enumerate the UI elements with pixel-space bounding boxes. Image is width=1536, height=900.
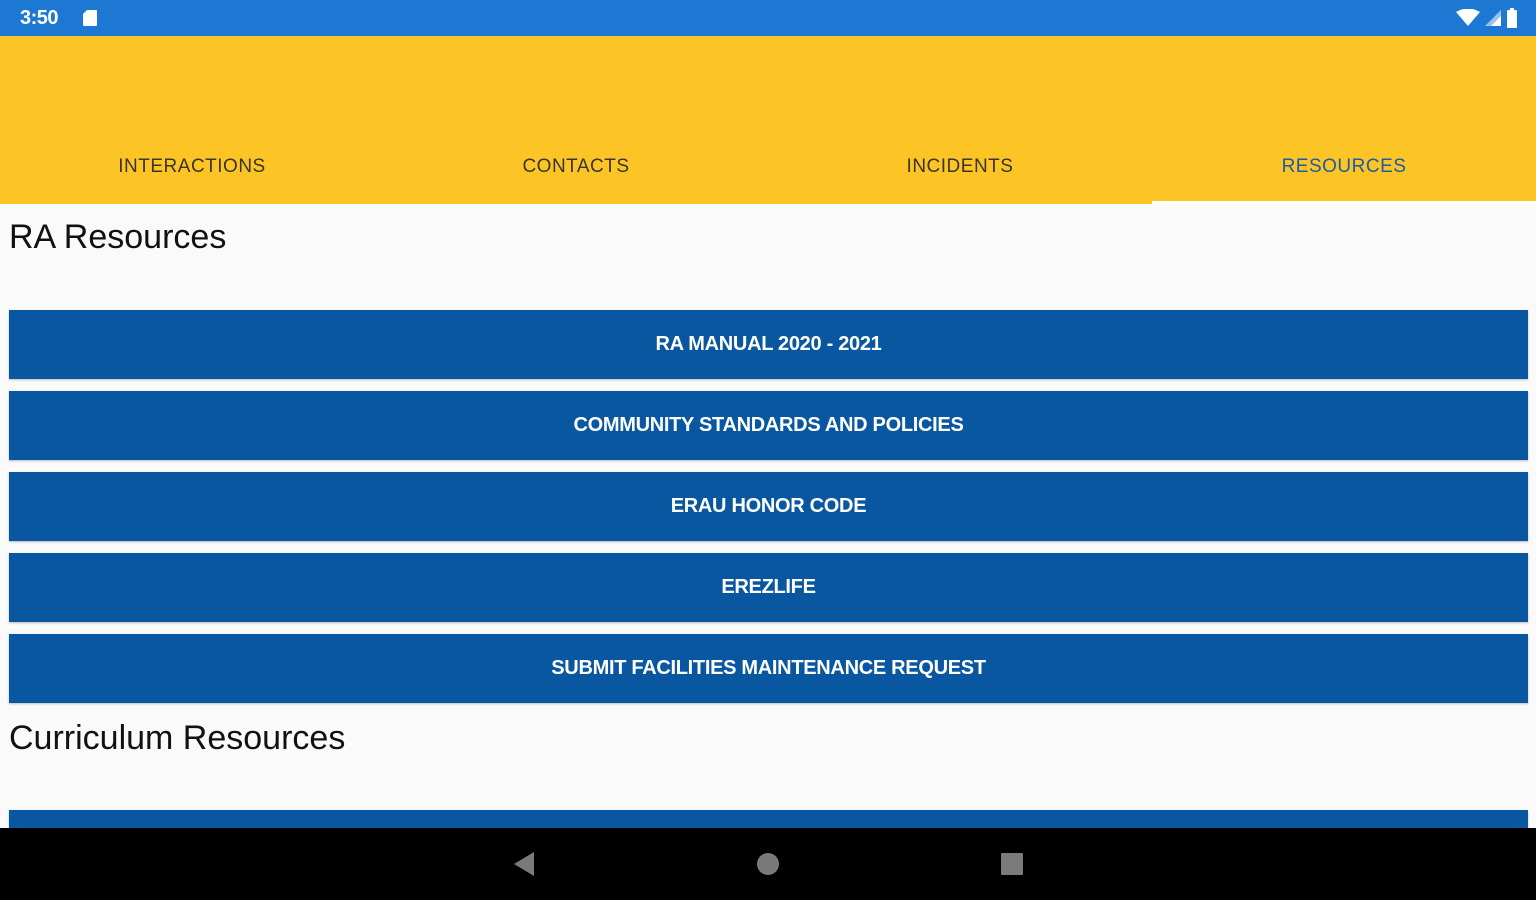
erezlife-button[interactable]: EREZLIFE bbox=[9, 553, 1528, 622]
community-standards-button[interactable]: COMMUNITY STANDARDS AND POLICIES bbox=[9, 391, 1528, 460]
back-icon bbox=[514, 852, 534, 876]
system-nav-bar bbox=[0, 828, 1536, 900]
recents-icon bbox=[1001, 853, 1023, 875]
ra-manual-button[interactable]: RA MANUAL 2020 - 2021 bbox=[9, 310, 1528, 379]
tab-label: INCIDENTS bbox=[906, 156, 1014, 177]
tab-incidents[interactable]: INCIDENTS bbox=[768, 132, 1152, 204]
curriculum-resources-heading: Curriculum Resources bbox=[9, 719, 346, 757]
tab-label: RESOURCES bbox=[1281, 156, 1407, 177]
battery-icon bbox=[1507, 8, 1517, 28]
tab-contacts[interactable]: CONTACTS bbox=[384, 132, 768, 204]
wifi-icon bbox=[1456, 9, 1480, 26]
status-icons bbox=[1456, 8, 1518, 28]
tab-bar: INTERACTIONS CONTACTS INCIDENTS RESOURCE… bbox=[0, 132, 1536, 204]
tab-interactions[interactable]: INTERACTIONS bbox=[0, 132, 384, 204]
status-bar: 3:50 bbox=[0, 0, 1536, 36]
curriculum-resource-button[interactable] bbox=[9, 810, 1528, 828]
resources-content[interactable]: RA Resources RA MANUAL 2020 - 2021 COMMU… bbox=[0, 204, 1536, 828]
tab-resources[interactable]: RESOURCES bbox=[1152, 132, 1536, 204]
ra-resources-heading: RA Resources bbox=[9, 218, 227, 256]
cell-signal-icon bbox=[1485, 10, 1501, 26]
honor-code-button[interactable]: ERAU HONOR CODE bbox=[9, 472, 1528, 541]
sd-card-icon bbox=[83, 10, 97, 26]
back-button[interactable] bbox=[508, 848, 540, 880]
tab-label: CONTACTS bbox=[522, 156, 630, 177]
maintenance-request-button[interactable]: SUBMIT FACILITIES MAINTENANCE REQUEST bbox=[9, 634, 1528, 703]
recents-button[interactable] bbox=[996, 848, 1028, 880]
tab-label: INTERACTIONS bbox=[118, 156, 266, 177]
home-icon bbox=[757, 853, 779, 875]
status-time: 3:50 bbox=[20, 7, 59, 29]
home-button[interactable] bbox=[752, 848, 784, 880]
